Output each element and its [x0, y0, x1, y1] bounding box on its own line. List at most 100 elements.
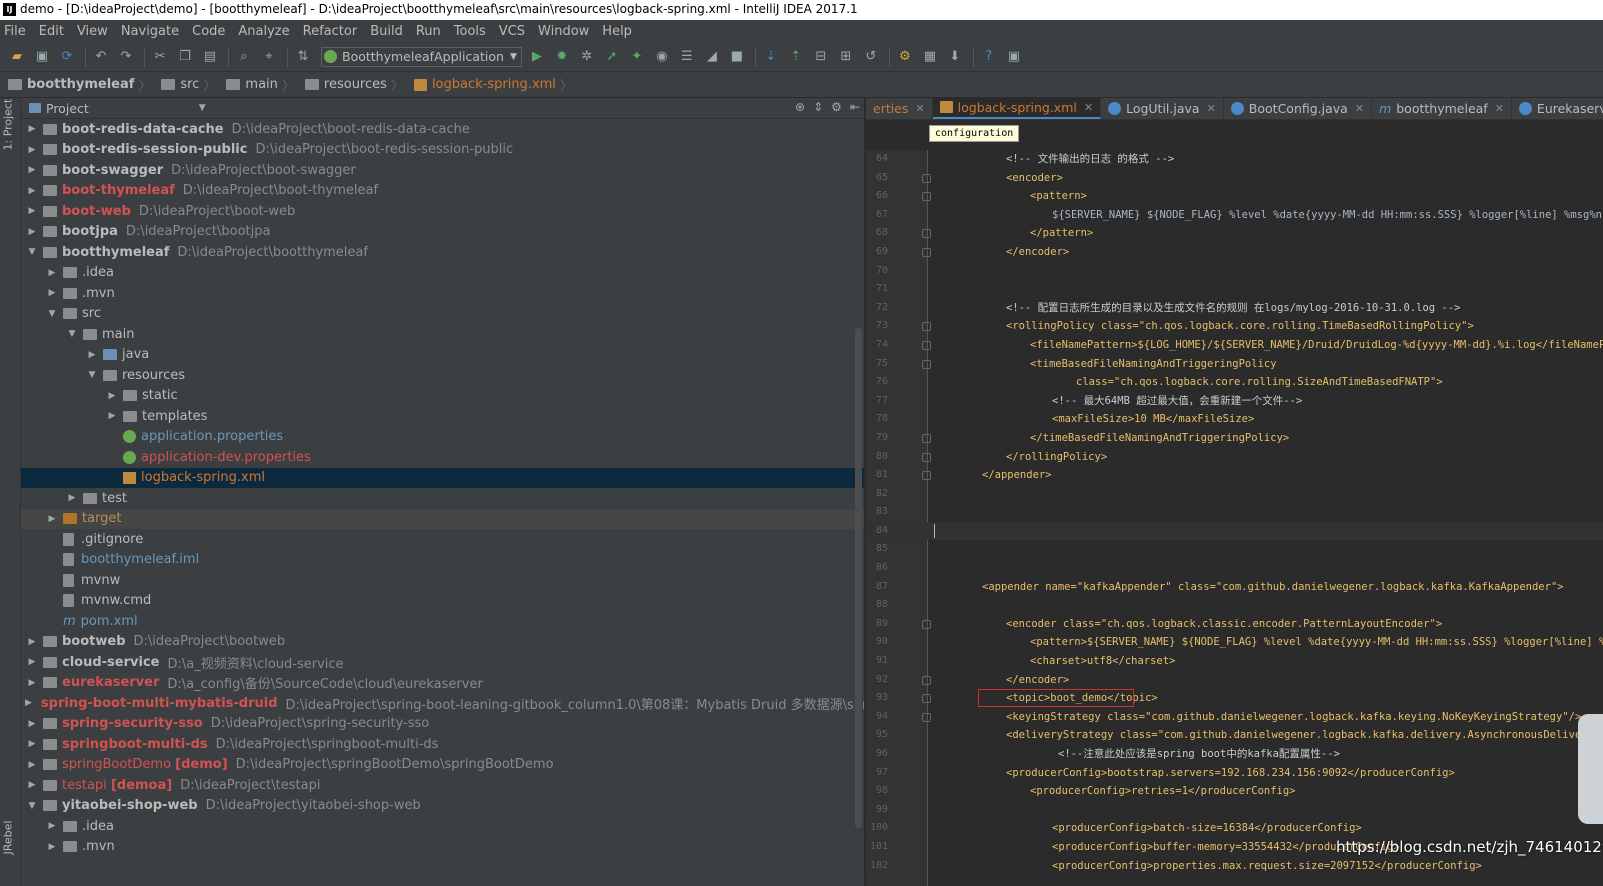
- code-line[interactable]: 71: [866, 280, 1603, 299]
- tree-item[interactable]: mvnw: [21, 570, 864, 591]
- close-icon[interactable]: ✕: [1084, 101, 1093, 114]
- tree-item[interactable]: ▶ .mvn: [21, 283, 864, 304]
- fold-marker-icon[interactable]: [922, 619, 931, 629]
- sdk-icon[interactable]: ⬇: [944, 46, 966, 68]
- tree-item[interactable]: ▶ boot-redis-session-public D:\ideaProject…: [21, 140, 864, 161]
- code-line[interactable]: 77 <!-- 最大64MB 超过最大值，会重新建一个文件-->: [866, 392, 1603, 411]
- fold-marker-icon[interactable]: [922, 675, 931, 685]
- menu-view[interactable]: View: [77, 24, 108, 39]
- code-line[interactable]: 86: [866, 559, 1603, 578]
- collapse-icon[interactable]: ⇕: [813, 100, 823, 114]
- code-line[interactable]: 98 <producerConfig>retries=1</producerCon…: [866, 782, 1603, 801]
- code-line[interactable]: 66 <pattern>: [866, 187, 1603, 206]
- tree-item[interactable]: ▶ spring-security-sso D:\ideaProject\sprin…: [21, 714, 864, 735]
- tree-item[interactable]: bootthymeleaf.iml: [21, 550, 864, 571]
- code-lines[interactable]: 64 <!-- 文件输出的日志 的格式 --> 65 <encoder> 66 <patt…: [866, 150, 1603, 875]
- menu-help[interactable]: Help: [602, 24, 632, 39]
- menu-file[interactable]: File: [4, 24, 26, 39]
- code-line[interactable]: 70: [866, 262, 1603, 281]
- cut-icon[interactable]: ✂: [149, 46, 171, 68]
- tree-item[interactable]: ▼ yitaobei-shop-web D:\ideaProject\yitaobe…: [21, 796, 864, 817]
- fold-marker-icon[interactable]: [922, 433, 931, 443]
- fold-marker-icon[interactable]: [922, 173, 931, 183]
- tab-logutil[interactable]: LogUtil.java ✕: [1101, 98, 1224, 119]
- fold-marker-icon[interactable]: [922, 359, 931, 369]
- menu-refactor[interactable]: Refactor: [303, 24, 358, 39]
- open-folder-icon[interactable]: ▰: [6, 46, 28, 68]
- stop-icon[interactable]: ■: [726, 46, 748, 68]
- code-line[interactable]: 99: [866, 801, 1603, 820]
- tree-item-selected[interactable]: logback-spring.xml: [21, 467, 864, 488]
- code-line[interactable]: 74 <fileNamePattern>${LOG_HOME}/${SERVER_…: [866, 336, 1603, 355]
- fold-marker-icon[interactable]: [922, 340, 931, 350]
- code-line[interactable]: 68 </pattern>: [866, 224, 1603, 243]
- tree-item[interactable]: ▶ bootjpa D:\ideaProject\bootjpa: [21, 222, 864, 243]
- gear-icon[interactable]: ⚙: [831, 100, 842, 114]
- menu-edit[interactable]: Edit: [39, 24, 64, 39]
- code-line[interactable]: 80 </rollingPolicy>: [866, 448, 1603, 467]
- code-line[interactable]: 81 </appender>: [866, 466, 1603, 485]
- tree-item[interactable]: ▼ bootthymeleaf D:\ideaProject\bootthymele…: [21, 242, 864, 263]
- code-line[interactable]: 89 <encoder class="ch.qos.logback.classic…: [866, 615, 1603, 634]
- tree-item[interactable]: ▶ springBootDemo [demo] D:\ideaProject\spr…: [21, 755, 864, 776]
- tree-item[interactable]: ▶ boot-redis-data-cache D:\ideaProject\boo…: [21, 119, 864, 140]
- tab-bootthymeleaf-pom[interactable]: m bootthymeleaf ✕: [1372, 98, 1512, 119]
- tree-item[interactable]: ▶ java: [21, 345, 864, 366]
- project-tool-tab[interactable]: 1: Project: [2, 99, 15, 151]
- tree-item[interactable]: ▶ .idea: [21, 263, 864, 284]
- code-line[interactable]: 76 class="ch.qos.logback.core.rolling.Siz…: [866, 373, 1603, 392]
- tree-item[interactable]: ▶ spring-boot-multi-mybatis-druid D:\ideaP…: [21, 693, 864, 714]
- tree-item[interactable]: application.properties: [21, 427, 864, 448]
- breadcrumb-item[interactable]: src 〉: [161, 75, 222, 94]
- help-icon[interactable]: ?: [978, 46, 1000, 68]
- breadcrumb-item[interactable]: bootthymeleaf 〉: [8, 75, 157, 94]
- breadcrumb-item[interactable]: logback-spring.xml 〉: [413, 75, 579, 94]
- vcs-history-icon[interactable]: ⊞: [835, 46, 857, 68]
- jrebel-tool-tab[interactable]: JRebel: [2, 815, 15, 855]
- code-line[interactable]: 65 <encoder>: [866, 169, 1603, 188]
- project-panel-title[interactable]: Project: [46, 101, 89, 116]
- breadcrumb-item[interactable]: resources 〉: [304, 75, 410, 94]
- debug-icon[interactable]: ✹: [551, 46, 573, 68]
- tab-eurekaserver[interactable]: EurekaserverA: [1512, 98, 1603, 119]
- code-line[interactable]: 87 <appender name="kafkaAppender" class="…: [866, 578, 1603, 597]
- settings-icon[interactable]: ⚙: [894, 46, 916, 68]
- tree-item[interactable]: .gitignore: [21, 529, 864, 550]
- vcs-commit-icon[interactable]: ⇡: [785, 46, 807, 68]
- project-structure-icon[interactable]: ▦: [919, 46, 941, 68]
- code-line[interactable]: 69 </encoder>: [866, 243, 1603, 262]
- sync-icon[interactable]: ⟳: [56, 46, 78, 68]
- tree-item[interactable]: ▼ main: [21, 324, 864, 345]
- code-line[interactable]: 102 <producerConfig>properties.max.reques…: [866, 857, 1603, 876]
- fold-marker-icon[interactable]: [922, 192, 931, 202]
- code-line[interactable]: 88: [866, 596, 1603, 615]
- run-icon[interactable]: ▶: [526, 46, 548, 68]
- tree-item[interactable]: ▶ eurekaserver D:\a_config\备份\SourceCode\c…: [21, 673, 864, 694]
- revert-icon[interactable]: ↺: [860, 46, 882, 68]
- code-line[interactable]: 83: [866, 503, 1603, 522]
- save-icon[interactable]: ▣: [31, 46, 53, 68]
- menu-tools[interactable]: Tools: [454, 24, 486, 39]
- code-line[interactable]: 72 <!-- 配置日志所生成的目录以及生成文件名的规则 在logs/mylog-…: [866, 299, 1603, 318]
- vcs-update-icon[interactable]: ⇣: [760, 46, 782, 68]
- code-line[interactable]: 92 </encoder>: [866, 671, 1603, 690]
- fold-marker-icon[interactable]: [922, 452, 931, 462]
- code-line[interactable]: 85: [866, 540, 1603, 559]
- fold-marker-icon[interactable]: [922, 712, 931, 722]
- ant-icon[interactable]: ◢: [701, 46, 723, 68]
- vcs-compare-icon[interactable]: ⊟: [810, 46, 832, 68]
- tree-item[interactable]: ▶ boot-web D:\ideaProject\boot-web: [21, 201, 864, 222]
- close-icon[interactable]: ✕: [1355, 102, 1364, 115]
- hide-icon[interactable]: ⇤: [850, 100, 860, 114]
- menu-code[interactable]: Code: [192, 24, 225, 39]
- close-icon[interactable]: ✕: [915, 102, 924, 115]
- code-line[interactable]: 96 <!--注意此处应该是spring boot中的kafka配置属性-->: [866, 745, 1603, 764]
- code-line[interactable]: 100 <producerConfig>batch-size=16384</pro…: [866, 819, 1603, 838]
- tree-item[interactable]: ▼ src: [21, 304, 864, 325]
- find-icon[interactable]: ⌕: [233, 46, 255, 68]
- menu-analyze[interactable]: Analyze: [238, 24, 289, 39]
- code-line[interactable]: 73 <rollingPolicy class="ch.qos.logback.c…: [866, 317, 1603, 336]
- tree-item[interactable]: ▶ cloud-service D:\a_视频资料\cloud-service: [21, 652, 864, 673]
- tree-item[interactable]: mvnw.cmd: [21, 591, 864, 612]
- tab-logback-spring[interactable]: logback-spring.xml ✕: [932, 98, 1102, 119]
